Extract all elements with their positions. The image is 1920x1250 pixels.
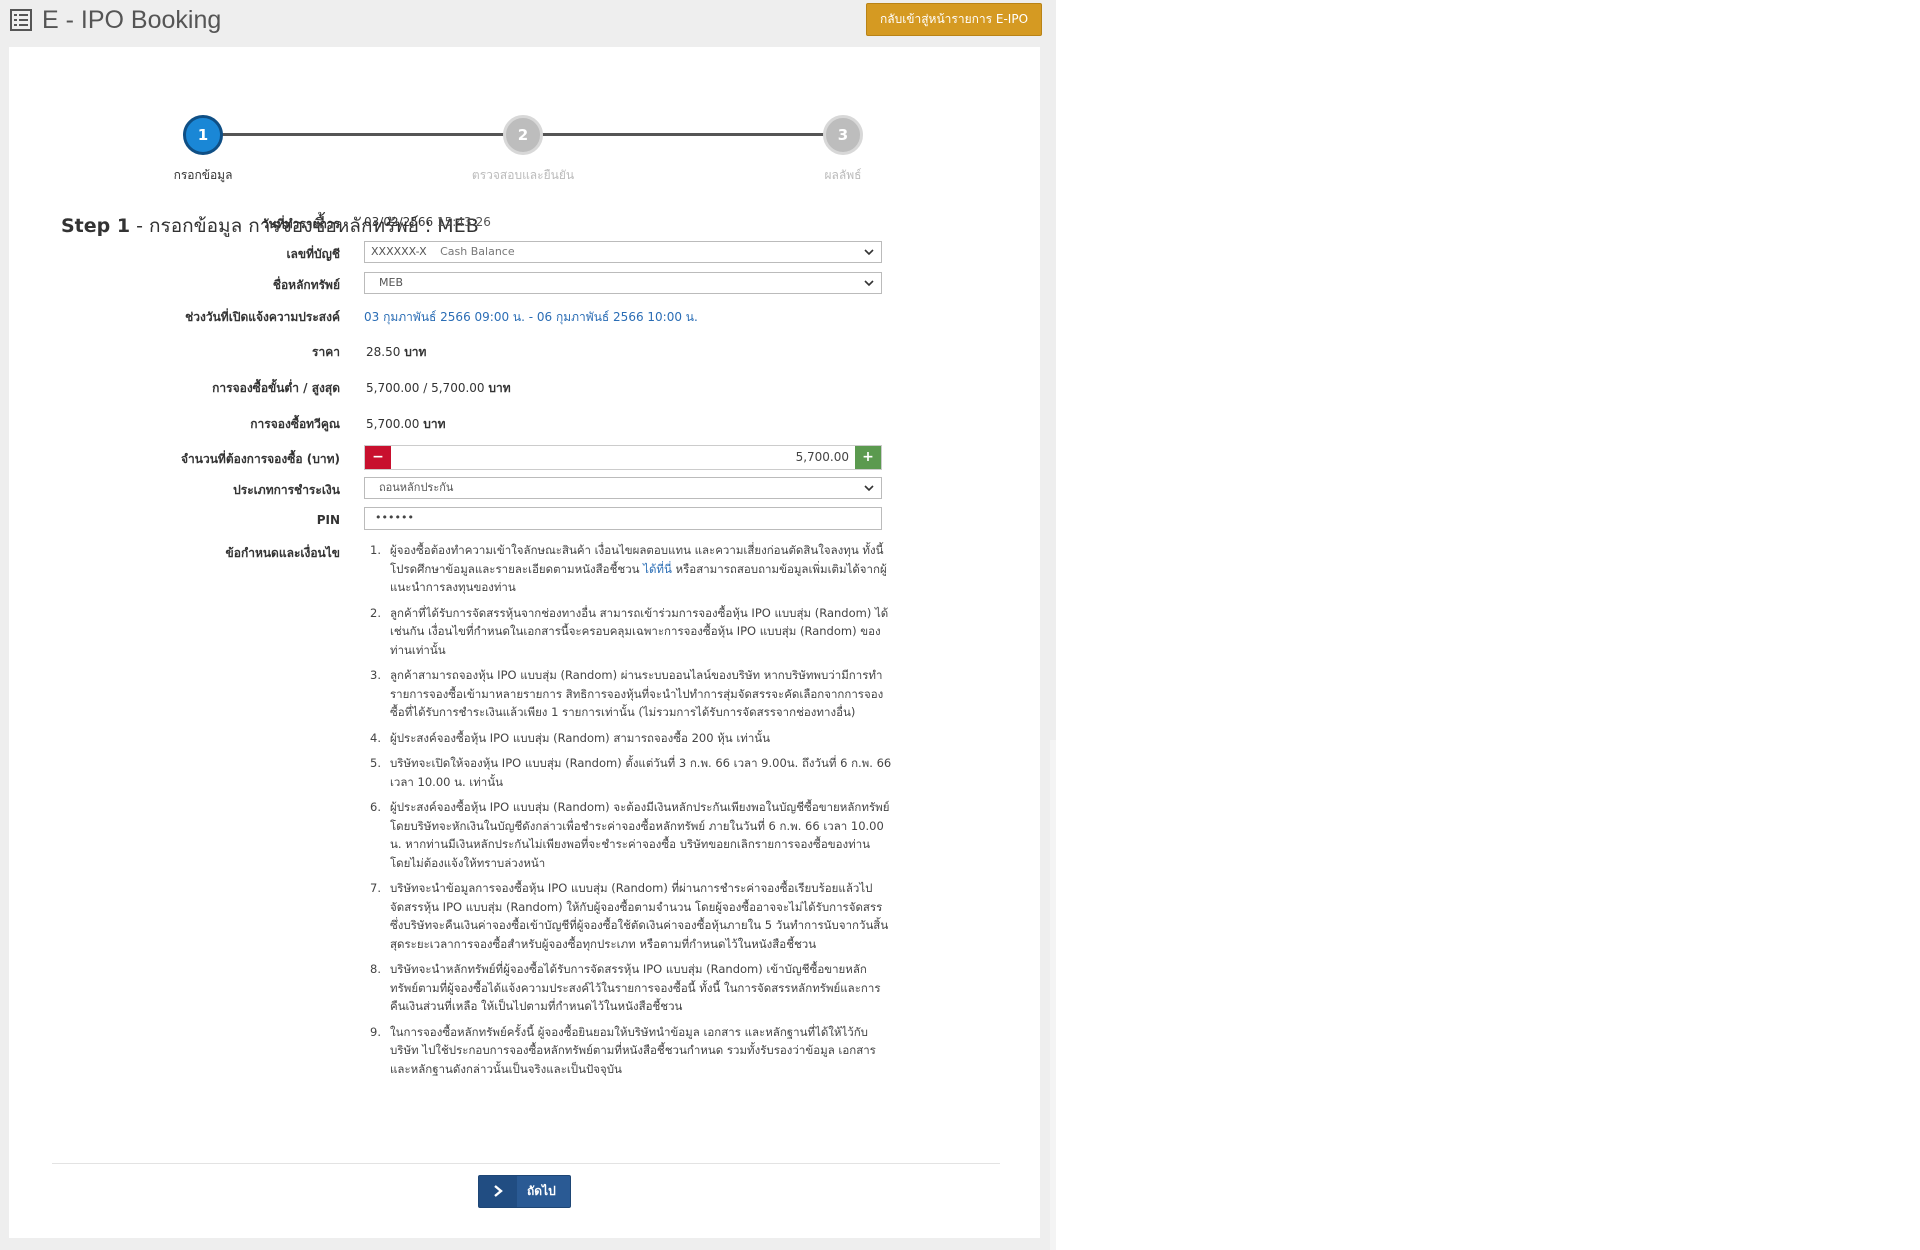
min-max-label: การจองซื้อขั้นต่ำ / สูงสุด [212, 381, 340, 395]
amount-stepper: − 5,700.00 + [364, 445, 882, 470]
step-connector [523, 133, 843, 136]
terms-item: 1. ผู้จองซื้อต้องทำความเข้าใจลักษณะสินค้… [364, 541, 894, 597]
date-value: 03/02/2566 15:43:26 [364, 215, 491, 229]
min-max-value: 5,700.00 / 5,700.00 บาท [366, 379, 511, 398]
step-2-indicator: 2 [503, 115, 543, 155]
payment-type-select[interactable]: ถอนหลักประกัน [364, 477, 882, 499]
terms-item: 8. บริษัทจะนำหลักทรัพย์ที่ผู้จองซื้อได้รั… [364, 960, 894, 1016]
min-max-number: 5,700.00 / 5,700.00 [366, 381, 485, 395]
account-number: XXXXXX-X [371, 245, 427, 258]
multiple-number: 5,700.00 [366, 417, 420, 431]
terms-text: ผู้ประสงค์จองซื้อหุ้น IPO แบบสุ่ม (Rando… [390, 800, 890, 870]
multiple-unit: บาท [423, 417, 446, 431]
chevron-down-icon [863, 273, 875, 293]
step-connector [203, 133, 523, 136]
period-value: 03 กุมภาพันธ์ 2566 09:00 น. - 06 กุมภาพั… [364, 310, 698, 324]
terms-text: บริษัทจะเปิดให้จองหุ้น IPO แบบสุ่ม (Rand… [390, 756, 892, 789]
terms-number: 7. [370, 881, 381, 895]
terms-item: 2. ลูกค้าที่ได้รับการจัดสรรหุ้นจากช่องทาง… [364, 604, 894, 660]
terms-text: ในการจองซื้อหลักทรัพย์ครั้งนี้ ผู้จองซื้… [390, 1024, 876, 1076]
terms-number: 3. [370, 668, 381, 682]
terms-item: 3. ลูกค้าสามารถจองหุ้น IPO แบบสุ่ม (Rando… [364, 666, 894, 722]
terms-item: 9. ในการจองซื้อหลักทรัพย์ครั้งนี้ ผู้จองซ… [364, 1023, 894, 1079]
terms-item: 7. บริษัทจะนำข้อมูลการจองซื้อหุ้น IPO แบบ… [364, 879, 894, 953]
pin-input[interactable]: •••••• [364, 507, 882, 530]
price-value: 28.50 บาท [366, 343, 426, 362]
step-3-indicator: 3 [823, 115, 863, 155]
divider [52, 1163, 1000, 1164]
account-label: เลขที่บัญชี [286, 247, 340, 261]
decrease-button[interactable]: − [365, 446, 391, 469]
amount-label: จำนวนที่ต้องการจองซื้อ (บาท) [181, 452, 340, 466]
terms-label: ข้อกำหนดและเงื่อนไข [225, 546, 340, 560]
prospectus-link[interactable]: ได้ที่นี่ [643, 562, 672, 576]
terms-text: ลูกค้าที่ได้รับการจัดสรรหุ้นจากช่องทางอื… [390, 605, 889, 657]
heading-step: Step 1 [61, 215, 131, 237]
date-label: วันที่ทำรายการ [261, 217, 340, 231]
back-to-list-button[interactable]: กลับเข้าสู่หน้ารายการ E-IPO [866, 3, 1042, 36]
chevron-down-icon [863, 478, 875, 498]
payment-label: ประเภทการชำระเงิน [233, 483, 340, 497]
terms-number: 9. [370, 1024, 381, 1039]
multiple-value: 5,700.00 บาท [366, 415, 446, 434]
period-label: ช่วงวันที่เปิดแจ้งความประสงค์ [185, 310, 340, 324]
price-number: 28.50 [366, 345, 401, 359]
account-select[interactable]: XXXXXX-X Cash Balance [364, 241, 882, 263]
chevron-down-icon [863, 242, 875, 262]
increase-button[interactable]: + [855, 446, 881, 469]
security-value: MEB [379, 276, 403, 289]
amount-input[interactable]: 5,700.00 [796, 446, 849, 469]
terms-item: 4. ผู้ประสงค์จองซื้อหุ้น IPO แบบสุ่ม (Ran… [364, 729, 894, 748]
terms-item: 5. บริษัทจะเปิดให้จองหุ้น IPO แบบสุ่ม (Ra… [364, 754, 894, 791]
step-1-indicator: 1 [183, 115, 223, 155]
step-1-label: กรอกข้อมูล [173, 168, 233, 182]
next-button[interactable]: ถัดไป [478, 1175, 571, 1208]
terms-text: บริษัทจะนำหลักทรัพย์ที่ผู้จองซื้อได้รับก… [390, 962, 881, 1013]
pin-label: PIN [316, 513, 340, 527]
terms-text: บริษัทจะนำข้อมูลการจองซื้อหุ้น IPO แบบสุ… [390, 881, 889, 951]
page-title: E - IPO Booking [42, 6, 222, 34]
security-label: ชื่อหลักทรัพย์ [272, 278, 340, 292]
price-label: ราคา [312, 345, 340, 359]
terms-number: 2. [370, 605, 381, 620]
terms-number: 5. [370, 756, 381, 770]
min-max-unit: บาท [488, 381, 511, 395]
next-button-label: ถัดไป [527, 1184, 556, 1198]
step-3-label: ผลลัพธ์ [824, 168, 862, 182]
list-icon [10, 9, 32, 31]
terms-text: ลูกค้าสามารถจองหุ้น IPO แบบสุ่ม (Random)… [390, 668, 884, 719]
date-time: 15:43:26 [437, 215, 491, 229]
payment-value: ถอนหลักประกัน [379, 481, 454, 494]
terms-number: 8. [370, 962, 381, 976]
terms-number: 1. [370, 543, 381, 557]
terms-item: 6. ผู้ประสงค์จองซื้อหุ้น IPO แบบสุ่ม (Ran… [364, 798, 894, 872]
terms-text: ผู้ประสงค์จองซื้อหุ้น IPO แบบสุ่ม (Rando… [390, 730, 771, 745]
terms-list: 1. ผู้จองซื้อต้องทำความเข้าใจลักษณะสินค้… [364, 541, 894, 1085]
multiple-label: การจองซื้อทวีคูณ [250, 417, 340, 431]
step-2-label: ตรวจสอบและยืนยัน [471, 168, 575, 182]
price-unit: บาท [404, 345, 427, 359]
date-date: 03/02/2566 [364, 215, 434, 229]
terms-number: 6. [370, 800, 381, 814]
terms-number: 4. [370, 730, 381, 745]
scrollbar[interactable] [1050, 740, 1056, 1250]
chevron-right-icon [479, 1176, 517, 1207]
security-select[interactable]: MEB [364, 272, 882, 294]
top-bar: E - IPO Booking กลับเข้าสู่หน้ารายการ E-… [0, 0, 1056, 44]
account-type: Cash Balance [440, 245, 515, 258]
